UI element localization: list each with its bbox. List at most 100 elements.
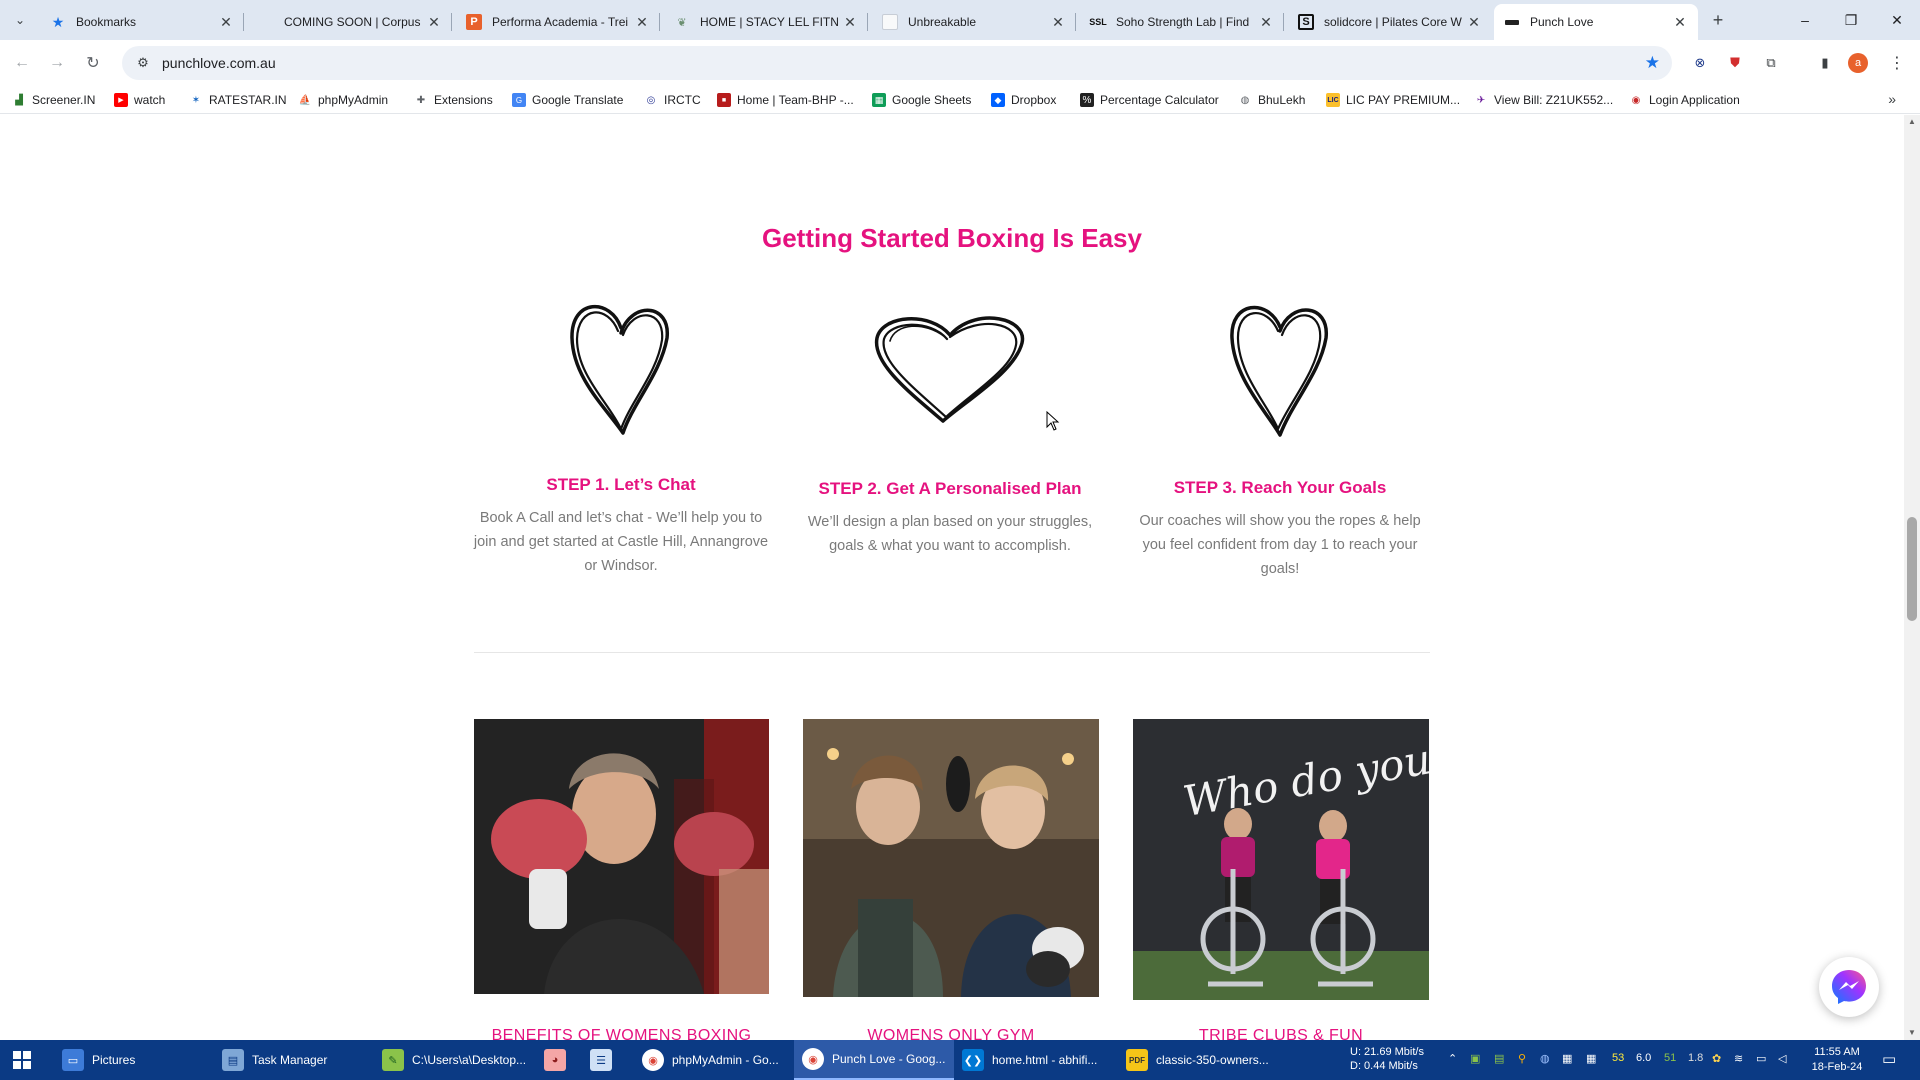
- new-tab-button[interactable]: +: [1704, 6, 1732, 34]
- bookmark-item[interactable]: % Percentage Calculator: [1080, 90, 1219, 110]
- extension-shield-icon[interactable]: ⛊: [1723, 51, 1747, 75]
- boxing-photo[interactable]: [474, 719, 769, 994]
- close-window-button[interactable]: ✕: [1874, 0, 1920, 40]
- reload-button[interactable]: ↻: [79, 49, 107, 77]
- tray-app-icon[interactable]: ✿: [1712, 1052, 1721, 1065]
- menu-kebab-icon[interactable]: ⋮: [1885, 51, 1909, 75]
- punchlove-icon: [1504, 14, 1520, 30]
- scrollbar-thumb[interactable]: [1907, 517, 1917, 621]
- tab-soho[interactable]: SSL Soho Strength Lab | Find ✕: [1080, 4, 1284, 40]
- arrow-left-icon: ←: [14, 54, 30, 71]
- bookmark-item[interactable]: ▶ watch: [114, 90, 165, 110]
- notification-icon[interactable]: ▭: [1882, 1050, 1896, 1068]
- tab-search-button[interactable]: ⌄: [8, 8, 32, 32]
- close-icon[interactable]: ✕: [1672, 14, 1688, 31]
- card-caption[interactable]: WOMENS ONLY GYM: [803, 1027, 1099, 1040]
- clock-time: 11:55 AM: [1814, 1046, 1860, 1058]
- spin-bikes-image: Who do you love?: [1133, 719, 1429, 1000]
- bookmark-item[interactable]: ✈ View Bill: Z21UK552...: [1474, 90, 1613, 110]
- puzzle-icon: ✚: [416, 94, 426, 106]
- volume-icon[interactable]: ◁: [1778, 1052, 1786, 1065]
- taskbar-item[interactable]: ☰: [582, 1040, 624, 1080]
- bookmark-item[interactable]: ◎ IRCTC: [644, 90, 701, 110]
- back-button[interactable]: ←: [8, 49, 36, 77]
- tray-app-icon[interactable]: ▣: [1470, 1052, 1480, 1065]
- tab-bookmarks[interactable]: ★ Bookmarks ✕: [40, 4, 244, 40]
- bookmark-item[interactable]: ✶ RATESTAR.IN: [189, 90, 287, 110]
- tab-performa[interactable]: P Performa Academia - Trei ✕: [456, 4, 660, 40]
- search-icon[interactable]: ⚲: [1518, 1052, 1526, 1065]
- card-caption[interactable]: TRIBE CLUBS & FUN: [1133, 1027, 1429, 1040]
- globe-icon[interactable]: ◍: [1540, 1052, 1550, 1065]
- bookmark-item[interactable]: ▟ Screener.IN: [12, 90, 95, 110]
- tab-stacy[interactable]: ❦ HOME | STACY LEL FITNES ✕: [664, 4, 868, 40]
- tab-solidcore[interactable]: S solidcore | Pilates Core W ✕: [1288, 4, 1492, 40]
- restore-icon: ❐: [1844, 11, 1858, 28]
- taskbar-item[interactable]: ◉ Punch Love - Goog...: [794, 1040, 954, 1080]
- more-bookmarks-icon[interactable]: »: [1888, 91, 1896, 107]
- start-button[interactable]: [0, 1040, 44, 1080]
- bookmark-item[interactable]: ◍ BhuLekh: [1238, 90, 1306, 110]
- taskbar-item[interactable]: ◉ phpMyAdmin - Go...: [634, 1040, 794, 1080]
- bookmark-label: Percentage Calculator: [1100, 93, 1219, 107]
- tab-coming-soon[interactable]: COMING SOON | Corpus ✕: [248, 4, 452, 40]
- translate-icon: G: [512, 93, 526, 107]
- bookmark-item[interactable]: ⛵ phpMyAdmin: [298, 90, 388, 110]
- calendar-icon[interactable]: ▦: [1586, 1052, 1596, 1065]
- wifi-icon[interactable]: ≋: [1734, 1052, 1743, 1065]
- calendar-icon[interactable]: ▦: [1562, 1052, 1572, 1065]
- taskbar-item[interactable]: ▤ Task Manager: [214, 1040, 374, 1080]
- restore-button[interactable]: ❐: [1828, 0, 1874, 40]
- extensions-puzzle-icon[interactable]: ⧉: [1759, 51, 1783, 75]
- network-speed: U: 21.69 Mbit/s D: 0.44 Mbit/s: [1350, 1045, 1424, 1073]
- bookmark-item[interactable]: ◆ Dropbox: [991, 90, 1056, 110]
- tab-title: COMING SOON | Corpus: [284, 15, 421, 29]
- tab-title: Performa Academia - Trei: [492, 15, 629, 29]
- scroll-up-icon[interactable]: ▲: [1904, 115, 1920, 129]
- taskbar-item[interactable]: PDF classic-350-owners...: [1118, 1040, 1278, 1080]
- taskbar-item[interactable]: ✎ C:\Users\a\Desktop...: [374, 1040, 534, 1080]
- card-caption[interactable]: BENEFITS OF WOMENS BOXING: [474, 1027, 769, 1040]
- address-bar[interactable]: ⚙ punchlove.com.au ★: [122, 46, 1672, 80]
- scroll-down-icon[interactable]: ▼: [1904, 1026, 1920, 1040]
- tab-punch-love[interactable]: Punch Love ✕: [1494, 4, 1698, 40]
- close-icon[interactable]: ✕: [1466, 14, 1482, 31]
- tray-app-icon[interactable]: ▤: [1494, 1052, 1504, 1065]
- section-divider: [474, 652, 1430, 653]
- tribe-clubs-photo[interactable]: Who do you love?: [1133, 719, 1429, 1000]
- taskbar-item[interactable]: ▭ Pictures: [54, 1040, 214, 1080]
- network-icon[interactable]: ▭: [1756, 1052, 1766, 1065]
- chevron-up-icon[interactable]: ⌃: [1448, 1052, 1457, 1065]
- bookmark-label: watch: [134, 93, 166, 107]
- messenger-chat-button[interactable]: [1819, 957, 1879, 1017]
- forward-button[interactable]: →: [43, 49, 71, 77]
- profile-avatar[interactable]: a: [1848, 53, 1868, 73]
- bookmark-item[interactable]: G Google Translate: [512, 90, 623, 110]
- close-icon[interactable]: ✕: [842, 14, 858, 31]
- bookmark-star-icon[interactable]: ★: [1645, 53, 1660, 73]
- system-clock[interactable]: 11:55 AM 18-Feb-24: [1802, 1045, 1872, 1075]
- taskbar-item[interactable]: ❮❯ home.html - abhifi...: [954, 1040, 1114, 1080]
- side-panel-icon[interactable]: ▮: [1813, 51, 1837, 75]
- url-text[interactable]: punchlove.com.au: [162, 55, 276, 71]
- taskbar-label: phpMyAdmin - Go...: [672, 1053, 779, 1067]
- page-scrollbar[interactable]: ▲ ▼: [1904, 115, 1920, 1040]
- bookmark-item[interactable]: ▦ Google Sheets: [872, 90, 971, 110]
- tab-unbreakable[interactable]: Unbreakable ✕: [872, 4, 1076, 40]
- extension-vpn-icon[interactable]: ⊗: [1688, 51, 1712, 75]
- close-icon[interactable]: ✕: [1050, 14, 1066, 31]
- bookmark-item[interactable]: ✚ Extensions: [414, 90, 493, 110]
- taskbar-item[interactable]: ◕: [536, 1040, 578, 1080]
- bookmark-item[interactable]: ◉ Login Application: [1629, 90, 1740, 110]
- bookmark-item[interactable]: ■ Home | Team-BHP -...: [717, 90, 854, 110]
- notepad-icon: ☰: [590, 1049, 612, 1071]
- performa-icon: P: [466, 14, 482, 30]
- close-icon[interactable]: ✕: [218, 14, 234, 31]
- bookmark-item[interactable]: LIC LIC PAY PREMIUM...: [1326, 90, 1460, 110]
- womens-gym-photo[interactable]: [803, 719, 1099, 997]
- close-icon[interactable]: ✕: [426, 14, 442, 31]
- close-icon[interactable]: ✕: [634, 14, 650, 31]
- close-icon[interactable]: ✕: [1258, 14, 1274, 31]
- site-info-icon[interactable]: ⚙: [130, 55, 156, 71]
- minimize-button[interactable]: –: [1782, 0, 1828, 40]
